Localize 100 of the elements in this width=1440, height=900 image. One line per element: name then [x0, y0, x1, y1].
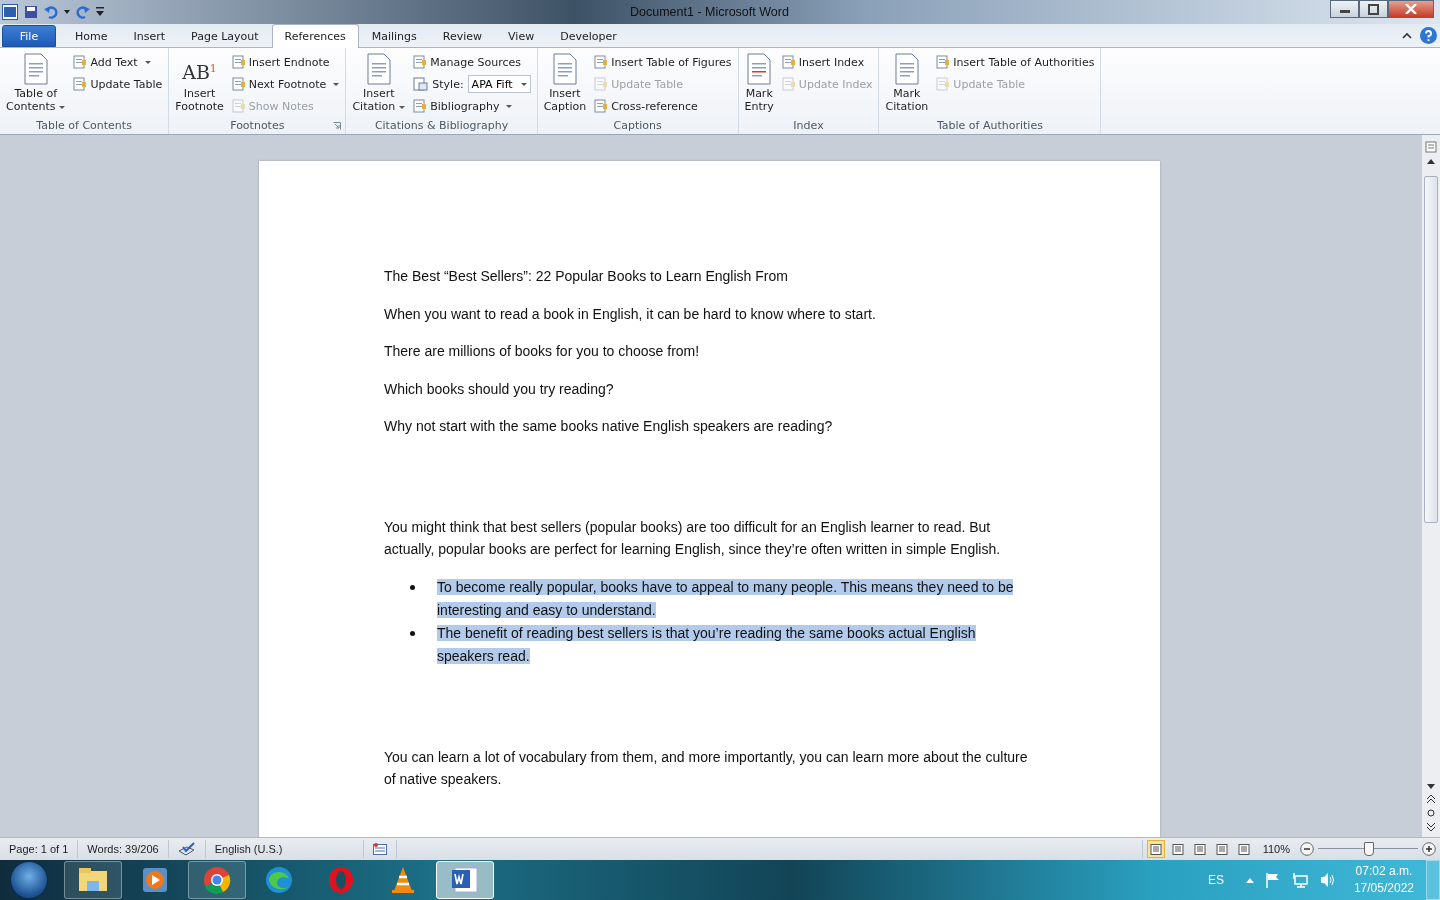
- style-label: Style:: [432, 77, 464, 91]
- caret-icon: [333, 82, 340, 86]
- caret-icon[interactable]: [64, 10, 70, 14]
- ribbon-button[interactable]: Insert Index: [779, 51, 875, 73]
- ribbon-button[interactable]: Insert Endnote: [229, 51, 342, 73]
- ribbon-button[interactable]: Next Footnote: [229, 73, 342, 95]
- ribbon-large-button[interactable]: Insert Citation: [350, 51, 408, 119]
- restore-button[interactable]: [1359, 0, 1388, 18]
- document-icon: [21, 53, 50, 85]
- ribbon-large-button[interactable]: Insert Caption: [541, 51, 589, 119]
- speaker-icon[interactable]: [1319, 872, 1336, 888]
- document-icon: [892, 53, 921, 85]
- ribbon-tab[interactable]: View: [495, 25, 548, 47]
- ribbon-tab[interactable]: Page Layout: [178, 25, 272, 47]
- close-button[interactable]: [1388, 0, 1434, 18]
- undo-icon[interactable]: [44, 5, 58, 19]
- ribbon-tab[interactable]: Review: [429, 25, 496, 47]
- group-label: Table of Authorities: [936, 119, 1043, 132]
- status-text[interactable]: Page: 1 of 1: [0, 840, 79, 858]
- group-label: Footnotes: [230, 119, 285, 132]
- ribbon-tab[interactable]: Mailings: [358, 25, 430, 47]
- document-icon: [231, 77, 246, 91]
- ring-icon: [201, 865, 233, 895]
- paragraph: You can learn a lot of vocabulary from them, and more importantly, you can learn more about the culture of native speakers.: [384, 747, 1029, 789]
- paragraph: You might think that best sellers (popular books) are too difficult for an English learner to read. But actually, popular books are perfect for learning English, since they’re often written in simple English.: [384, 517, 1002, 559]
- caret-icon: [506, 104, 513, 108]
- ruler-icon[interactable]: [1425, 141, 1437, 153]
- redo-icon[interactable]: [76, 5, 90, 19]
- group-label: Captions: [613, 119, 662, 132]
- dialog-launcher-icon[interactable]: [333, 122, 342, 130]
- paragraph: The Best “Best Sellers”: 22 Popular Books to Learn English From: [384, 267, 789, 286]
- document-icon: [231, 99, 246, 113]
- status-text[interactable]: English (U.S.): [205, 840, 364, 858]
- vertical-scrollbar[interactable]: [1421, 135, 1440, 837]
- view-button[interactable]: [1146, 840, 1165, 858]
- document-icon: [745, 53, 774, 85]
- proofing-icon[interactable]: [177, 842, 196, 856]
- ribbon-tab[interactable]: Developer: [547, 25, 630, 47]
- ribbon-button[interactable]: Cross-reference: [592, 95, 734, 117]
- bullet-icon: [410, 630, 415, 636]
- ribbon-button[interactable]: Bibliography: [411, 95, 533, 117]
- zoom-thumb[interactable]: [1364, 842, 1374, 856]
- ribbon-button[interactable]: Insert Table of Figures: [592, 51, 734, 73]
- scroll-down-icon[interactable]: [1427, 784, 1435, 789]
- scroll-thumb[interactable]: [1424, 176, 1438, 523]
- customize-icon[interactable]: [96, 7, 104, 17]
- browse-object-icon[interactable]: [1427, 809, 1435, 817]
- taskbar-app-button[interactable]: [436, 861, 494, 899]
- app-icon[interactable]: [2, 4, 18, 20]
- document-icon: [594, 77, 609, 91]
- document-icon: [781, 77, 796, 91]
- document-icon: [231, 55, 246, 69]
- zoom-level[interactable]: 110%: [1256, 843, 1296, 855]
- document-icon: [936, 55, 951, 69]
- ribbon-large-button[interactable]: Table of Contents: [4, 51, 68, 119]
- document-icon: [364, 53, 393, 85]
- ribbon-large-button[interactable]: Mark Citation: [883, 51, 931, 119]
- network-icon[interactable]: [1291, 872, 1308, 888]
- style-dropdown[interactable]: APA Fift: [467, 75, 531, 93]
- ribbon-large-button[interactable]: AB$^{1}$ Insert Footnote: [173, 51, 226, 119]
- macro-icon[interactable]: [372, 843, 387, 855]
- ribbon-tab[interactable]: Insert: [120, 25, 179, 47]
- start-button[interactable]: [10, 861, 48, 899]
- caret-icon: [59, 105, 66, 109]
- ribbon-tab[interactable]: Home: [62, 25, 121, 47]
- taskbar-app-button[interactable]: [188, 861, 246, 899]
- document-icon: [594, 55, 609, 69]
- group-label: Index: [793, 119, 824, 132]
- scroll-up-icon[interactable]: [1427, 159, 1435, 164]
- ribbon-large-button[interactable]: Mark Entry: [742, 51, 776, 119]
- window-title: Document1 - Microsoft Word: [629, 5, 790, 19]
- document-icon: [73, 55, 88, 69]
- show-hidden-icons-icon[interactable]: [1245, 877, 1254, 883]
- status-text[interactable]: Words: 39/206: [78, 840, 169, 858]
- paragraph: There are millions of books for you to choose from!: [384, 342, 701, 361]
- caret-icon: [520, 82, 527, 86]
- minimize-button[interactable]: [1330, 0, 1359, 18]
- caret-icon: [144, 60, 151, 64]
- ribbon-button[interactable]: Manage Sources: [411, 51, 533, 73]
- document-icon: [449, 865, 481, 895]
- file-tab[interactable]: File: [2, 25, 56, 47]
- ribbon-button[interactable]: Insert Table of Authorities: [934, 51, 1097, 73]
- zoom-in-icon[interactable]: [1422, 842, 1436, 856]
- zoom-out-icon[interactable]: [1300, 842, 1314, 856]
- flag-icon[interactable]: [1265, 872, 1280, 888]
- collapse-ribbon-icon[interactable]: [1402, 32, 1412, 39]
- group-label: Table of Contents: [36, 119, 132, 132]
- ribbon-tab[interactable]: References: [271, 24, 359, 48]
- help-icon[interactable]: [1420, 27, 1437, 44]
- caret-icon: [399, 105, 406, 109]
- save-icon[interactable]: [24, 5, 38, 19]
- taskbar-app-button[interactable]: [64, 861, 122, 899]
- ribbon-button[interactable]: Add Text: [71, 51, 165, 73]
- close-icon: [1405, 4, 1417, 14]
- document-icon: [413, 99, 428, 113]
- previous-page-icon[interactable]: [1427, 795, 1435, 803]
- ribbon-button[interactable]: Update Table: [71, 73, 165, 95]
- next-page-icon[interactable]: [1427, 823, 1435, 831]
- paragraph: When you want to read a book in English, it can be hard to know where to start.: [384, 304, 877, 324]
- list-item: To become really popular, books have to appeal to many people. This means they need to be interesting and easy to understand.: [437, 577, 1015, 620]
